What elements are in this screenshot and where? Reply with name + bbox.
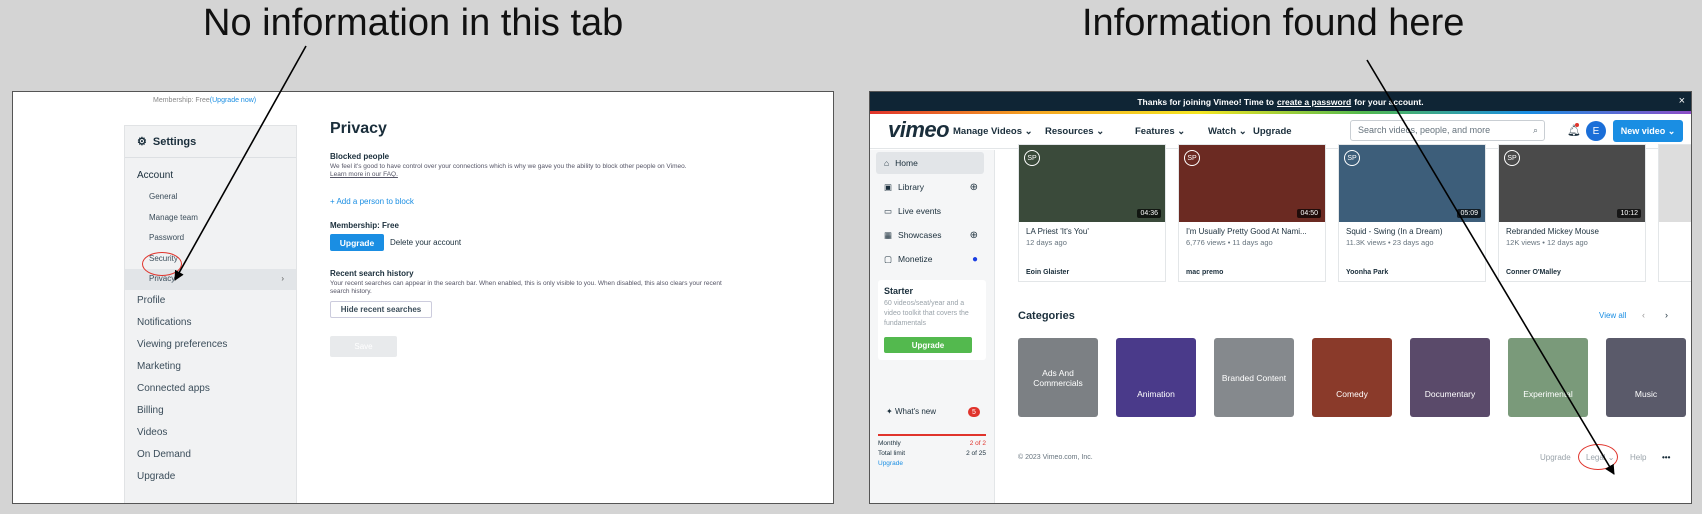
annotation-arrows [174,45,1615,475]
arrow-right [1366,59,1615,475]
arrow-left [174,45,307,281]
